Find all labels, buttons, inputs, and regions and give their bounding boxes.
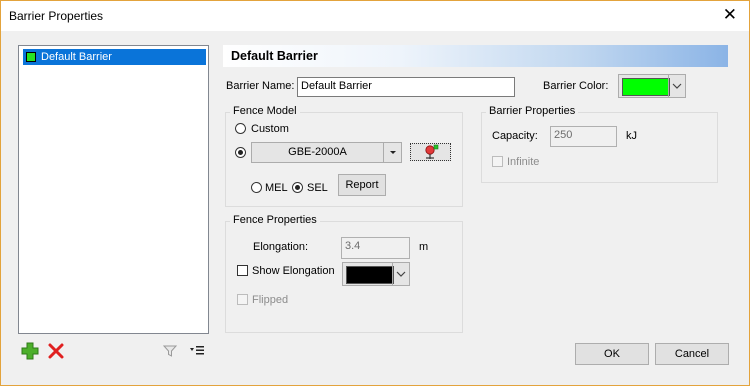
capacity-input[interactable]: 250	[550, 126, 617, 147]
infinite-checkbox[interactable]	[492, 156, 503, 167]
model-radio[interactable]	[235, 147, 246, 158]
flipped-label: Flipped	[252, 294, 289, 306]
fence-model-select[interactable]: GBE-2000A	[251, 142, 402, 163]
custom-radio[interactable]	[235, 123, 246, 134]
barrier-name-label: Barrier Name:	[226, 80, 295, 92]
elongation-color-dropdown[interactable]	[392, 263, 409, 285]
chevron-down-icon	[672, 83, 682, 89]
fence-model-value: GBE-2000A	[288, 146, 347, 158]
show-elongation-label: Show Elongation	[252, 265, 335, 277]
barrier-color-picker[interactable]	[618, 74, 686, 98]
title-bar: Barrier Properties ✕	[1, 1, 749, 31]
barrier-list-item[interactable]: Default Barrier	[23, 49, 206, 65]
fence-model-title: Fence Model	[230, 105, 300, 117]
barrier-color-dropdown[interactable]	[668, 75, 685, 97]
mel-radio[interactable]	[251, 182, 262, 193]
barrier-properties-title: Barrier Properties	[486, 105, 579, 117]
report-button[interactable]: Report	[338, 174, 386, 196]
barrier-properties-group	[481, 112, 718, 183]
barrier-name-input[interactable]: Default Barrier	[297, 77, 515, 97]
properties-header: Default Barrier	[223, 45, 728, 67]
barrier-color-swatch	[26, 52, 36, 62]
flipped-checkbox[interactable]	[237, 294, 248, 305]
barrier-color-label: Barrier Color:	[543, 80, 609, 92]
elongation-unit: m	[419, 241, 429, 253]
sel-label: SEL	[307, 182, 328, 194]
elongation-color-picker[interactable]	[342, 262, 410, 286]
mel-label: MEL	[265, 182, 288, 194]
elongation-label: Elongation:	[253, 241, 309, 253]
barrier-list[interactable]: Default Barrier	[18, 45, 209, 334]
chevron-down-icon	[396, 271, 406, 277]
sel-radio[interactable]	[292, 182, 303, 193]
map-pin-icon	[425, 144, 439, 159]
capacity-unit: kJ	[626, 130, 637, 142]
capacity-label: Capacity:	[492, 130, 538, 142]
fence-properties-title: Fence Properties	[230, 214, 320, 226]
pick-model-button[interactable]	[410, 143, 451, 161]
barrier-list-item-label: Default Barrier	[41, 51, 112, 63]
barrier-color-preview	[622, 78, 670, 96]
sort-menu-icon[interactable]	[189, 345, 205, 360]
header-title: Default Barrier	[231, 49, 318, 63]
window-title: Barrier Properties	[9, 9, 104, 23]
fence-model-dropdown[interactable]	[383, 143, 401, 162]
add-icon[interactable]	[21, 342, 39, 363]
infinite-label: Infinite	[507, 156, 540, 168]
delete-icon[interactable]	[47, 342, 65, 363]
elongation-color-preview	[346, 266, 394, 284]
show-elongation-checkbox[interactable]	[237, 265, 248, 276]
barrier-properties-dialog: Barrier Properties ✕ Default Barrier Def…	[0, 0, 750, 386]
filter-icon[interactable]	[162, 344, 178, 361]
ok-button[interactable]: OK	[575, 343, 649, 365]
custom-label: Custom	[251, 123, 289, 135]
elongation-input[interactable]: 3.4	[341, 237, 410, 259]
cancel-button[interactable]: Cancel	[655, 343, 729, 365]
close-icon[interactable]: ✕	[723, 6, 737, 23]
